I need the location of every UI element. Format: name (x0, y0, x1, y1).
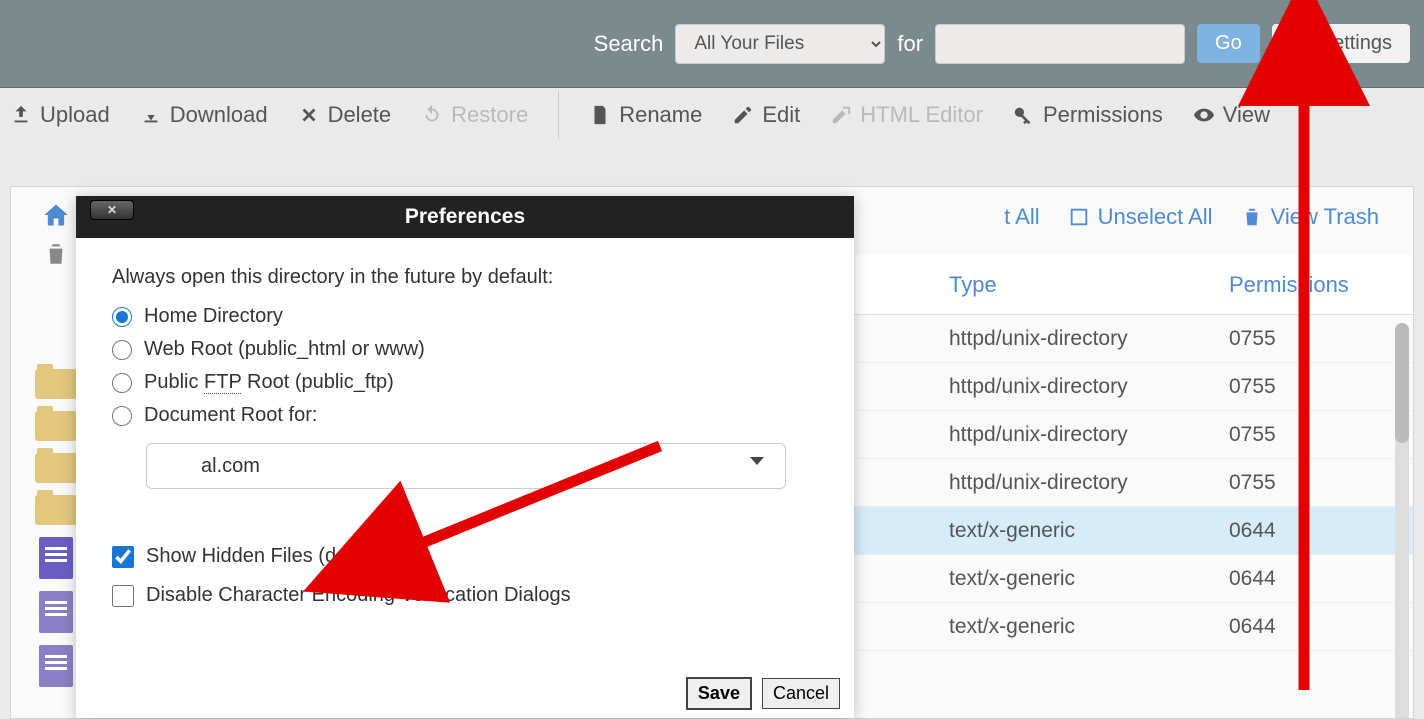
restore-button[interactable]: Restore (421, 102, 528, 128)
radio-input[interactable] (112, 340, 132, 360)
dialog-close-button[interactable]: ✕ (90, 200, 134, 220)
action-toolbar: Upload Download Delete Restore Rename Ed… (0, 88, 1424, 142)
checkbox-input[interactable] (112, 585, 134, 607)
trash-icon[interactable] (43, 241, 69, 267)
select-all-button[interactable]: t All (1004, 204, 1039, 230)
radio-home-directory[interactable]: Home Directory (112, 305, 818, 328)
radio-input[interactable] (112, 307, 132, 327)
save-button[interactable]: Save (686, 677, 752, 710)
folder-icon[interactable] (35, 369, 77, 399)
download-icon (140, 104, 162, 126)
radio-input[interactable] (112, 373, 132, 393)
home-icon[interactable] (42, 201, 70, 229)
eye-icon (1193, 104, 1215, 126)
cell-permissions: 0644 (1213, 567, 1373, 591)
column-type[interactable]: Type (933, 272, 1213, 298)
radio-web-root[interactable]: Web Root (public_html or www) (112, 338, 818, 361)
radio-input[interactable] (112, 406, 132, 426)
file-icon[interactable] (39, 645, 73, 687)
view-button[interactable]: View (1193, 102, 1270, 128)
settings-button[interactable]: Settings (1272, 24, 1410, 63)
toolbar-divider (558, 91, 559, 139)
upload-button[interactable]: Upload (10, 102, 110, 128)
gear-icon (1290, 33, 1312, 55)
search-input[interactable] (935, 24, 1185, 64)
file-icon (589, 104, 611, 126)
top-search-bar: Search All Your Files for Go Settings (0, 0, 1424, 88)
column-permissions[interactable]: Permissions (1213, 272, 1373, 298)
cell-type: text/x-generic (933, 567, 1213, 591)
default-dir-hint: Always open this directory in the future… (112, 266, 818, 289)
checkbox-input[interactable] (112, 546, 134, 568)
html-editor-button[interactable]: HTML Editor (830, 102, 983, 128)
search-label: Search (594, 31, 664, 57)
toolbar-divider (1300, 91, 1301, 139)
cell-type: text/x-generic (933, 519, 1213, 543)
go-button[interactable]: Go (1197, 24, 1260, 63)
preferences-dialog: ✕ Preferences Always open this directory… (76, 196, 854, 718)
search-scope-select[interactable]: All Your Files (675, 24, 885, 64)
permissions-button[interactable]: Permissions (1013, 102, 1163, 128)
cell-type: text/x-generic (933, 615, 1213, 639)
for-label: for (897, 31, 923, 57)
document-root-select[interactable]: al.com (146, 443, 786, 489)
download-button[interactable]: Download (140, 102, 268, 128)
dialog-title-bar: ✕ Preferences (76, 196, 854, 238)
dialog-body: Always open this directory in the future… (76, 238, 854, 668)
restore-icon (421, 104, 443, 126)
cell-permissions: 0755 (1213, 375, 1373, 399)
cell-type: httpd/unix-directory (933, 327, 1213, 351)
view-trash-button[interactable]: View Trash (1241, 204, 1379, 230)
cell-type: httpd/unix-directory (933, 423, 1213, 447)
cell-permissions: 0755 (1213, 327, 1373, 351)
square-icon (1068, 206, 1090, 228)
settings-label: Settings (1320, 32, 1392, 55)
folder-icon[interactable] (35, 495, 77, 525)
radio-public-ftp[interactable]: Public FTP Root (public_ftp) (112, 371, 818, 394)
delete-button[interactable]: Delete (298, 102, 392, 128)
delete-icon (298, 104, 320, 126)
folder-icon[interactable] (35, 453, 77, 483)
checkbox-show-hidden[interactable]: Show Hidden Files (dotfiles) (112, 545, 818, 568)
html-editor-icon (830, 104, 852, 126)
radio-document-root[interactable]: Document Root for: (112, 404, 818, 427)
trash-icon (1241, 206, 1263, 228)
edit-button[interactable]: Edit (732, 102, 800, 128)
checkbox-disable-encoding[interactable]: Disable Character Encoding Verification … (112, 584, 818, 607)
cell-permissions: 0644 (1213, 519, 1373, 543)
cancel-button[interactable]: Cancel (762, 678, 840, 709)
dialog-footer: Save Cancel (76, 668, 854, 718)
cell-permissions: 0644 (1213, 615, 1373, 639)
dialog-title: Preferences (405, 205, 525, 229)
cell-type: httpd/unix-directory (933, 471, 1213, 495)
file-icon[interactable] (39, 537, 73, 579)
folder-icon[interactable] (35, 411, 77, 441)
cell-permissions: 0755 (1213, 471, 1373, 495)
key-icon (1013, 104, 1035, 126)
cell-type: httpd/unix-directory (933, 375, 1213, 399)
rename-button[interactable]: Rename (589, 102, 702, 128)
cell-permissions: 0755 (1213, 423, 1373, 447)
scrollbar-thumb[interactable] (1395, 323, 1409, 443)
unselect-all-button[interactable]: Unselect All (1068, 204, 1213, 230)
upload-icon (10, 104, 32, 126)
file-icon[interactable] (39, 591, 73, 633)
pencil-icon (732, 104, 754, 126)
